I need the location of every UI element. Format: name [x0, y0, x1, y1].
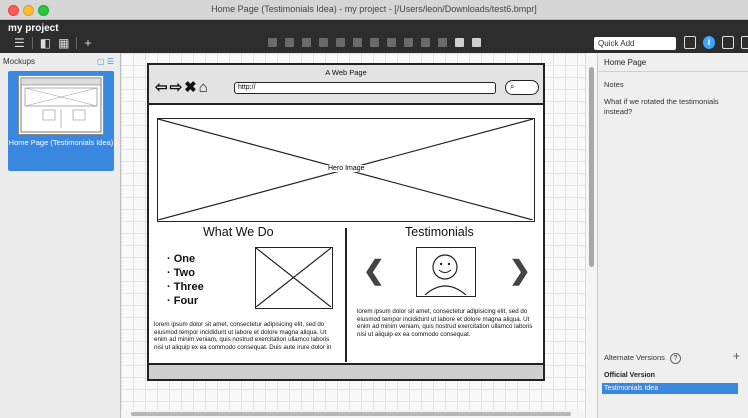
duplicate-icon[interactable]: [336, 38, 345, 47]
mockups-panel-title: Mockups: [3, 57, 36, 66]
what-we-do-image: [255, 247, 333, 309]
copy-icon[interactable]: [302, 38, 311, 47]
search-icon[interactable]: [455, 38, 464, 47]
image-cross: [255, 247, 332, 308]
feature-list: · One · Two · Three · Four: [167, 252, 204, 308]
menu-icon[interactable]: ☰: [14, 36, 25, 50]
add-version-button[interactable]: +: [733, 349, 740, 363]
undo-icon[interactable]: [268, 38, 277, 47]
list-item: · Four: [167, 295, 199, 307]
next-arrow-icon: ❯: [509, 255, 531, 285]
testimonial-text: lorem ipsum dolor sit amet, consectetur …: [357, 308, 533, 339]
hero-label: Hero Image: [326, 165, 367, 172]
title-bar: Home Page (Testimonials Idea) - my proje…: [0, 0, 748, 20]
notes-label: Notes: [604, 80, 624, 89]
column-divider: [345, 228, 347, 362]
notes-text[interactable]: What if we rotated the testimonials inst…: [604, 97, 746, 117]
selected-version-item[interactable]: Testimonials Idea: [602, 383, 738, 394]
vertical-scrollbar[interactable]: [585, 53, 597, 418]
paste-icon[interactable]: [319, 38, 328, 47]
align-icon[interactable]: [370, 38, 379, 47]
delete-icon[interactable]: [438, 38, 447, 47]
panel-toggle-icon[interactable]: ◧: [40, 36, 51, 50]
redo-icon[interactable]: [285, 38, 294, 47]
help-icon[interactable]: ?: [669, 353, 681, 364]
list-item: · One: [167, 253, 196, 265]
toolbar-divider: [31, 37, 33, 49]
properties-panel: Home Page Notes What if we rotated the t…: [597, 53, 748, 418]
avatar-sketch: [424, 254, 467, 296]
prev-arrow-icon: ❮: [363, 255, 385, 285]
app-header: my project ☰ ◧ ▦ + Quick Add i: [0, 20, 748, 53]
window-title: Home Page (Testimonials Idea) - my proje…: [211, 4, 537, 14]
info-icon[interactable]: i: [703, 36, 715, 49]
testimonial-avatar: [416, 247, 476, 297]
mockups-panel: Mockups ▢ ☰ Home Page (Testimonials Idea…: [0, 53, 121, 418]
mockup-thumbnail-label: Home Page (Testimonials Idea): [8, 138, 114, 147]
mockup-thumbnail-selected[interactable]: Home Page (Testimonials Idea): [8, 71, 114, 171]
toolbar-divider: [76, 37, 78, 49]
vertical-scroll-thumb[interactable]: [589, 67, 594, 267]
fullscreen-icon[interactable]: [472, 38, 481, 47]
group-icon[interactable]: [353, 38, 362, 47]
alternate-versions-label: Alternate Versions ?: [604, 353, 681, 364]
add-icon[interactable]: +: [84, 36, 91, 50]
hero-image-placeholder: Hero Image: [157, 118, 535, 222]
browser-mockup[interactable]: A Web Page ⇦⇨✖⌂ http:// ⌕ Hero Image Wha…: [147, 63, 545, 381]
edit-toolbar: [268, 38, 481, 47]
bring-front-icon[interactable]: [387, 38, 396, 47]
mockup-name-field[interactable]: Home Page: [598, 53, 748, 72]
properties-icon[interactable]: [722, 36, 734, 49]
browser-title: A Web Page: [325, 68, 367, 77]
grid-view-icon[interactable]: ▦: [58, 36, 69, 50]
component-library-icon[interactable]: [684, 36, 696, 49]
search-pill-icon: ⌕: [505, 80, 539, 95]
horizontal-scrollbar[interactable]: [121, 410, 585, 418]
browser-nav-icons: ⇦⇨✖⌂: [155, 79, 210, 96]
panel-view-icons[interactable]: ▢ ☰: [97, 57, 114, 66]
what-we-do-text: lorem ipsum dolor sit amet, consectetur …: [154, 321, 332, 352]
browser-status-bar: [149, 363, 543, 379]
project-name: my project: [8, 23, 59, 34]
thumbnail-sketch: [20, 77, 102, 133]
what-we-do-heading: What We Do: [203, 225, 274, 239]
present-icon[interactable]: [741, 36, 748, 49]
left-toolbar: ☰ ◧ ▦ +: [14, 36, 91, 50]
right-toolbar: i: [684, 36, 748, 49]
app-window: Home Page (Testimonials Idea) - my proje…: [0, 0, 748, 418]
send-back-icon[interactable]: [404, 38, 413, 47]
lock-icon[interactable]: [421, 38, 430, 47]
list-item: · Two: [167, 267, 195, 279]
url-field: http://: [234, 82, 496, 94]
quick-add-input[interactable]: Quick Add: [594, 37, 676, 50]
official-version-label[interactable]: Official Version: [604, 372, 655, 379]
testimonials-heading: Testimonials: [405, 225, 474, 239]
list-item: · Three: [167, 281, 204, 293]
browser-chrome: A Web Page ⇦⇨✖⌂ http:// ⌕: [149, 65, 543, 105]
horizontal-scroll-thumb[interactable]: [131, 412, 571, 416]
mockup-thumbnail-image: [18, 75, 104, 135]
